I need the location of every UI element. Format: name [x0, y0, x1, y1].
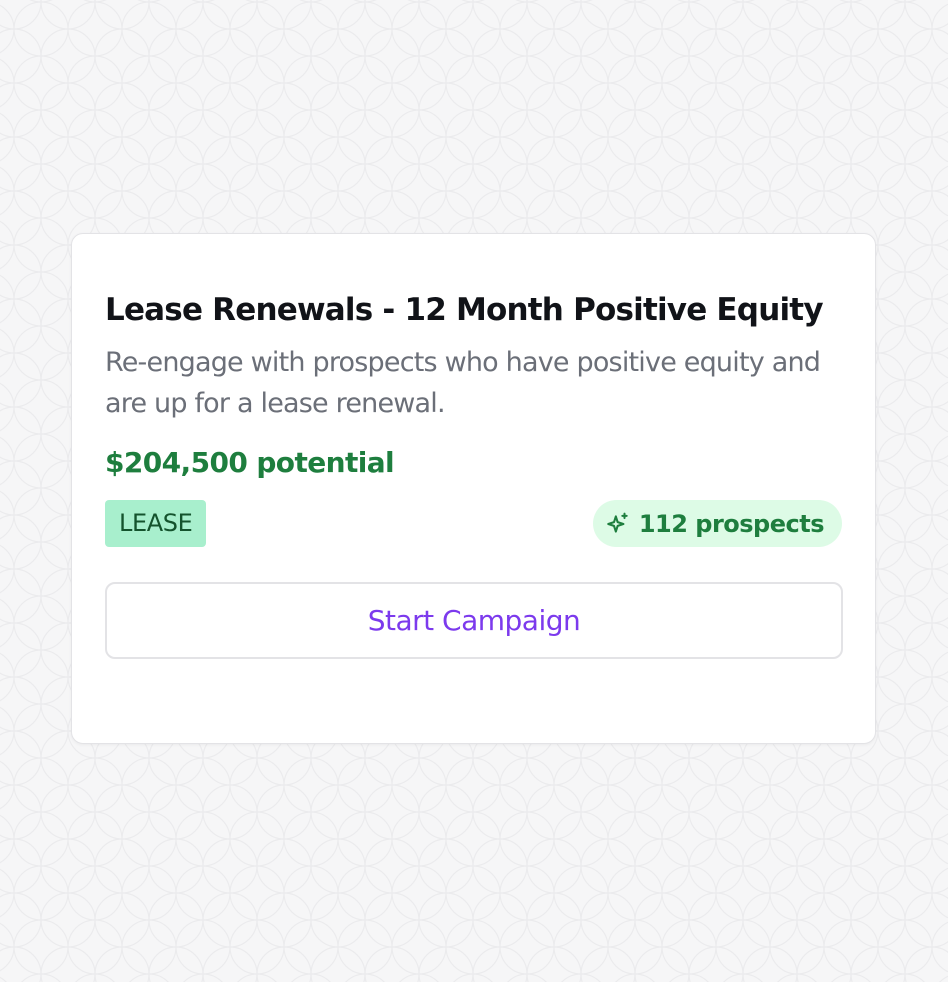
prospects-count-label: 112 prospects	[638, 509, 825, 538]
start-campaign-label: Start Campaign	[367, 604, 581, 637]
lease-tag-badge: LEASE	[105, 500, 207, 547]
prospects-count-badge: 112 prospects	[592, 500, 842, 547]
start-campaign-button[interactable]: Start Campaign	[105, 582, 843, 659]
card-title: Lease Renewals - 12 Month Positive Equit…	[105, 292, 824, 328]
campaign-card: Lease Renewals - 12 Month Positive Equit…	[71, 233, 876, 744]
tag-row: LEASE 112 prospects	[105, 500, 842, 547]
card-description: Re-engage with prospects who have positi…	[105, 347, 821, 419]
potential-value: $204,500 potential	[105, 446, 395, 479]
sparkle-icon	[607, 512, 628, 533]
